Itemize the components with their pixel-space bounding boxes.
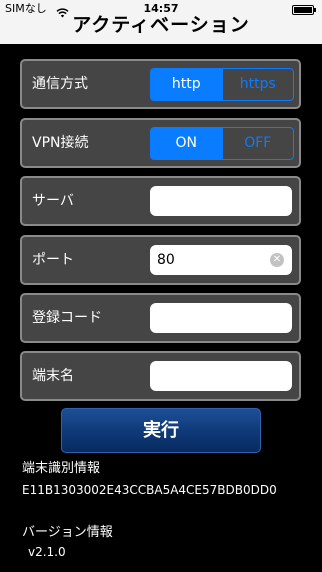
server-label: サーバ [32,193,74,209]
nav-header: SIMなし 14:57 アクティベーション [0,0,322,44]
vpn-label: VPN接続 [32,135,89,151]
port-row: ポート 80 ✕ [20,235,301,285]
port-input[interactable]: 80 ✕ [150,245,292,275]
execute-button[interactable]: 実行 [61,408,261,453]
vpn-segmented-control: ON OFF [150,127,294,160]
registration-code-label: 登録コード [32,310,102,326]
version-value: v2.1.0 [28,545,66,559]
terminal-name-input[interactable] [150,361,292,391]
protocol-row: 通信方式 http https [20,59,301,109]
terminal-name-row: 端末名 [20,351,301,401]
vpn-row: VPN接続 ON OFF [20,118,301,168]
terminal-name-label: 端末名 [32,368,74,384]
registration-code-row: 登録コード [20,293,301,343]
server-input[interactable] [150,186,292,216]
port-label: ポート [32,252,74,268]
protocol-segmented-control: http https [150,68,294,101]
vpn-on-option[interactable]: ON [151,128,222,159]
protocol-http-option[interactable]: http [151,69,222,100]
page-title: アクティベーション [72,14,250,36]
registration-code-input[interactable] [150,303,292,333]
device-id-value: E11B1303002E43CCBA5A4CE57BDB0DD0 [22,483,277,497]
port-value: 80 [157,252,175,268]
clear-icon[interactable]: ✕ [270,253,284,267]
protocol-https-option[interactable]: https [221,69,294,100]
version-label: バージョン情報 [22,525,113,540]
device-id-label: 端末識別情報 [22,461,101,476]
protocol-label: 通信方式 [32,76,88,92]
server-row: サーバ [20,176,301,226]
vpn-off-option[interactable]: OFF [221,128,294,159]
